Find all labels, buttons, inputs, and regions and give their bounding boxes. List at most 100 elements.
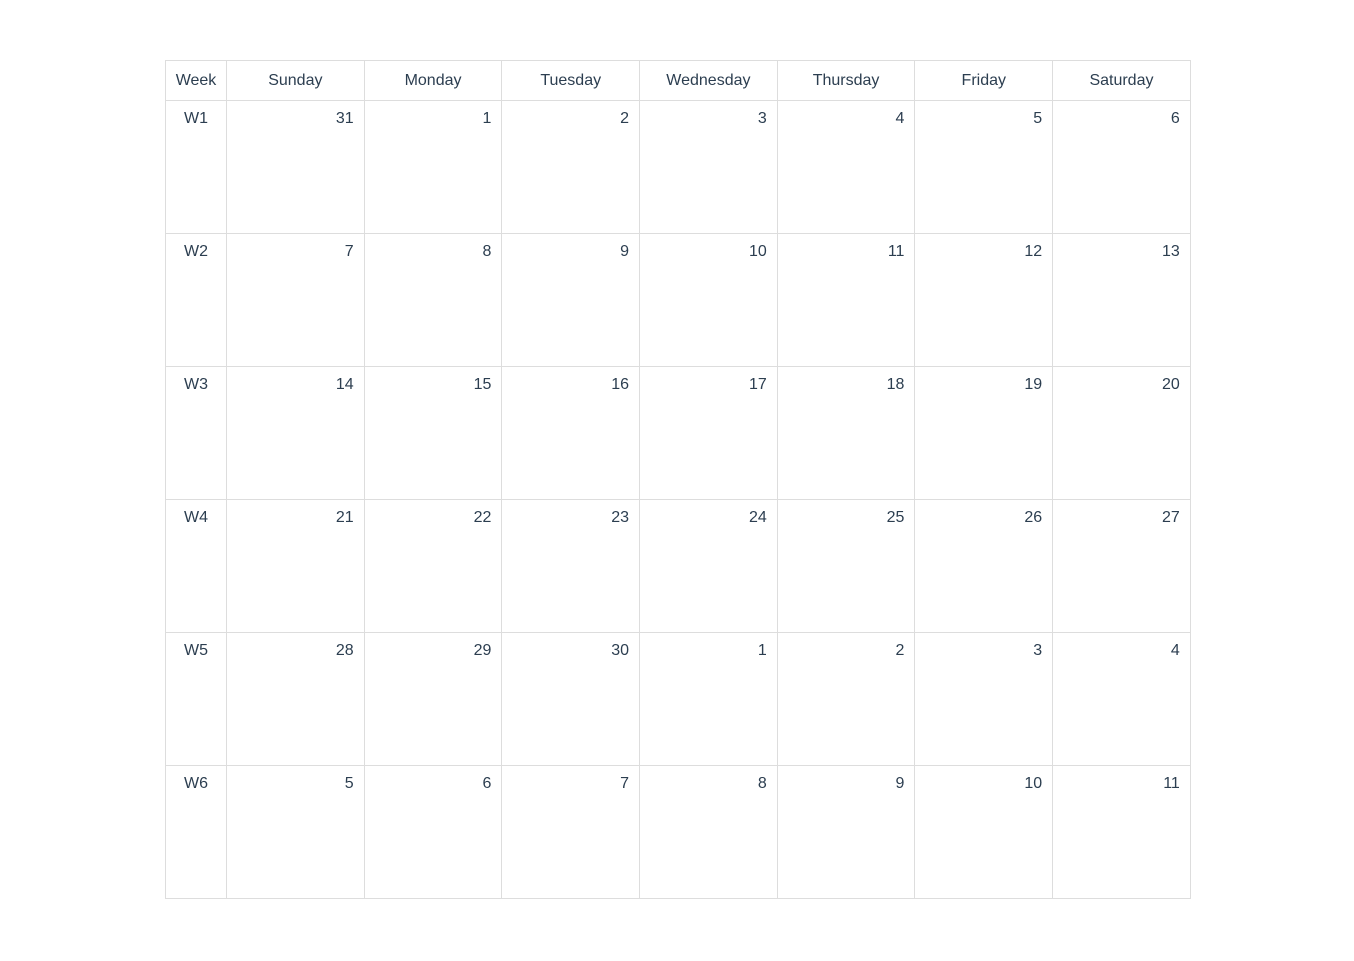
week-number-cell: W2 xyxy=(165,233,227,367)
day-cell[interactable]: 5 xyxy=(914,100,1054,234)
day-number: 26 xyxy=(1024,509,1043,526)
day-number: 14 xyxy=(335,376,354,393)
week-row: W4 21 22 23 24 25 26 27 xyxy=(165,499,1191,633)
day-cell[interactable]: 25 xyxy=(776,499,916,633)
day-cell[interactable]: 22 xyxy=(363,499,503,633)
day-cell[interactable]: 26 xyxy=(914,499,1054,633)
day-number: 22 xyxy=(473,509,492,526)
day-cell[interactable]: 4 xyxy=(776,100,916,234)
week-number-cell: W4 xyxy=(165,499,227,633)
day-number: 12 xyxy=(1024,243,1043,260)
day-header-wednesday: Wednesday xyxy=(639,60,778,101)
day-number: 20 xyxy=(1162,376,1180,393)
day-cell[interactable]: 21 xyxy=(226,499,365,633)
day-number: 6 xyxy=(482,775,492,792)
day-cell[interactable]: 2 xyxy=(776,632,916,766)
day-header-thursday: Thursday xyxy=(776,60,916,101)
day-number: 13 xyxy=(1162,243,1180,260)
day-number: 19 xyxy=(1024,376,1043,393)
day-cell[interactable]: 16 xyxy=(501,366,641,500)
day-cell[interactable]: 9 xyxy=(501,233,641,367)
calendar-header: Week Sunday Monday Tuesday Wednesday Thu… xyxy=(165,60,1191,101)
day-cell[interactable]: 3 xyxy=(914,632,1054,766)
day-cell[interactable]: 9 xyxy=(776,765,916,899)
day-header-friday: Friday xyxy=(914,60,1054,101)
day-cell[interactable]: 23 xyxy=(501,499,641,633)
day-cell[interactable]: 13 xyxy=(1052,233,1191,367)
day-cell[interactable]: 28 xyxy=(226,632,365,766)
day-cell[interactable]: 7 xyxy=(501,765,641,899)
day-cell[interactable]: 24 xyxy=(639,499,778,633)
day-number: 16 xyxy=(611,376,630,393)
day-cell[interactable]: 4 xyxy=(1052,632,1191,766)
day-cell[interactable]: 5 xyxy=(226,765,365,899)
day-number: 1 xyxy=(482,110,492,127)
day-number: 10 xyxy=(748,243,767,260)
day-number: 2 xyxy=(620,110,630,127)
day-header-tuesday: Tuesday xyxy=(501,60,641,101)
week-number-cell: W1 xyxy=(165,100,227,234)
day-cell[interactable]: 1 xyxy=(363,100,503,234)
day-number: 11 xyxy=(887,243,905,260)
day-number: 3 xyxy=(757,110,767,127)
day-number: 4 xyxy=(895,110,905,127)
day-number: 3 xyxy=(1033,642,1043,659)
day-number: 27 xyxy=(1162,509,1180,526)
day-number: 28 xyxy=(335,642,354,659)
day-cell[interactable]: 20 xyxy=(1052,366,1191,500)
day-number: 24 xyxy=(748,509,767,526)
day-header-sunday: Sunday xyxy=(226,60,365,101)
day-cell[interactable]: 31 xyxy=(226,100,365,234)
day-cell[interactable]: 7 xyxy=(226,233,365,367)
week-number-cell: W3 xyxy=(165,366,227,500)
day-cell[interactable]: 6 xyxy=(363,765,503,899)
week-number-cell: W6 xyxy=(165,765,227,899)
day-cell[interactable]: 8 xyxy=(639,765,778,899)
day-number: 10 xyxy=(1024,775,1043,792)
day-cell[interactable]: 12 xyxy=(914,233,1054,367)
week-row: W2 7 8 9 10 11 12 13 xyxy=(165,233,1191,367)
day-number: 8 xyxy=(757,775,767,792)
day-cell[interactable]: 18 xyxy=(776,366,916,500)
week-number: W4 xyxy=(184,509,208,526)
day-cell[interactable]: 11 xyxy=(1052,765,1191,899)
day-cell[interactable]: 29 xyxy=(363,632,503,766)
day-number: 5 xyxy=(344,775,354,792)
week-row: W3 14 15 16 17 18 19 20 xyxy=(165,366,1191,500)
calendar-body: W1 31 1 2 3 4 5 6 W2 7 8 9 10 11 12 13 W… xyxy=(165,100,1191,899)
week-row: W6 5 6 7 8 9 10 11 xyxy=(165,765,1191,899)
day-cell[interactable]: 15 xyxy=(363,366,503,500)
day-cell[interactable]: 19 xyxy=(914,366,1054,500)
day-cell[interactable]: 6 xyxy=(1052,100,1191,234)
day-number: 15 xyxy=(473,376,492,393)
day-number: 6 xyxy=(1170,110,1180,127)
day-number: 17 xyxy=(748,376,767,393)
day-cell[interactable]: 8 xyxy=(363,233,503,367)
week-number: W2 xyxy=(184,243,208,260)
day-cell[interactable]: 27 xyxy=(1052,499,1191,633)
week-number-cell: W5 xyxy=(165,632,227,766)
day-number: 21 xyxy=(335,509,354,526)
day-number: 7 xyxy=(344,243,354,260)
week-row: W1 31 1 2 3 4 5 6 xyxy=(165,100,1191,234)
day-cell[interactable]: 2 xyxy=(501,100,641,234)
day-number: 8 xyxy=(482,243,492,260)
day-number: 1 xyxy=(757,642,767,659)
day-number: 25 xyxy=(886,509,905,526)
day-number: 18 xyxy=(886,376,905,393)
day-cell[interactable]: 3 xyxy=(639,100,778,234)
day-number: 30 xyxy=(611,642,630,659)
day-number: 5 xyxy=(1033,110,1043,127)
day-cell[interactable]: 1 xyxy=(639,632,778,766)
day-number: 7 xyxy=(620,775,630,792)
day-number: 11 xyxy=(1163,775,1180,792)
day-cell[interactable]: 10 xyxy=(914,765,1054,899)
day-cell[interactable]: 30 xyxy=(501,632,641,766)
day-cell[interactable]: 10 xyxy=(639,233,778,367)
day-cell[interactable]: 14 xyxy=(226,366,365,500)
week-number: W6 xyxy=(184,775,208,792)
day-cell[interactable]: 17 xyxy=(639,366,778,500)
day-cell[interactable]: 11 xyxy=(776,233,916,367)
day-header-monday: Monday xyxy=(363,60,503,101)
day-number: 9 xyxy=(895,775,905,792)
